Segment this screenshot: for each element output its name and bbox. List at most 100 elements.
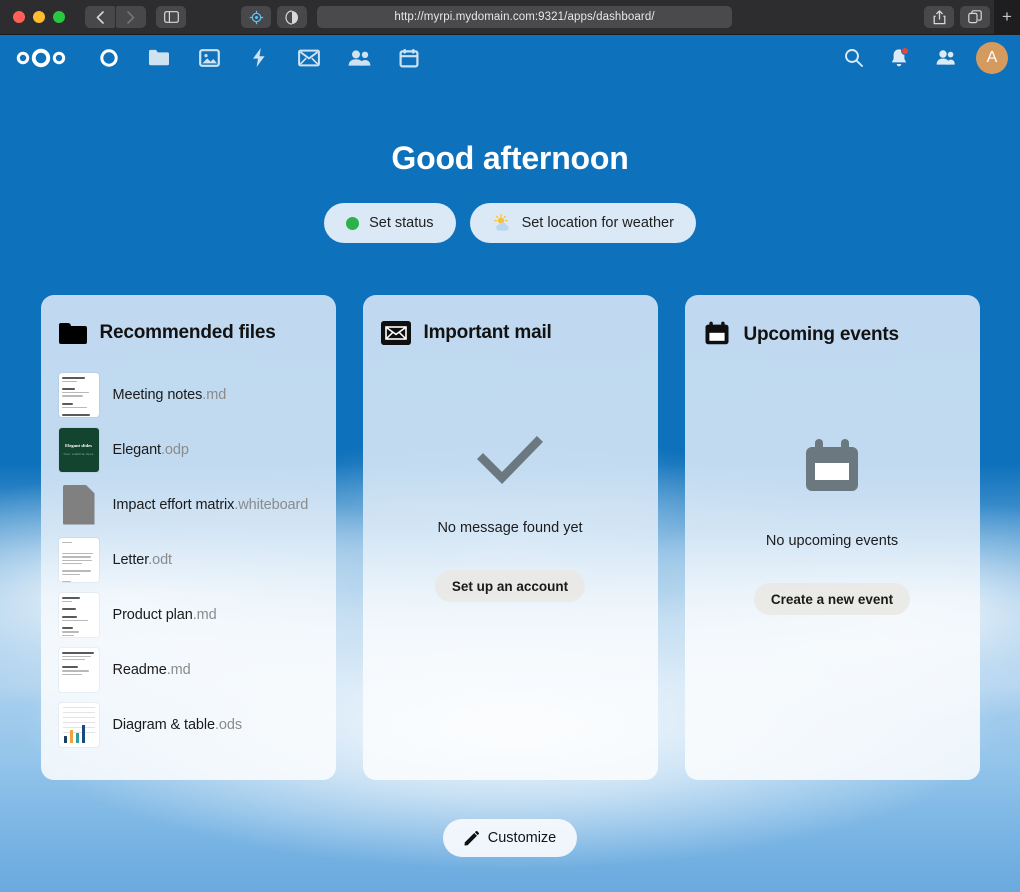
notifications-button[interactable] <box>876 35 922 80</box>
url-text: http://myrpi.mydomain.com:9321/apps/dash… <box>394 11 655 23</box>
notification-badge <box>901 47 909 55</box>
search-button[interactable] <box>830 35 876 80</box>
tab-overview-button[interactable] <box>960 6 990 28</box>
customize-row: Customize <box>0 819 1020 857</box>
app-icon-files[interactable] <box>134 35 184 80</box>
file-extension: .md <box>166 661 191 678</box>
list-item[interactable]: Elegant slides Your subtitle here Elegan… <box>58 422 318 477</box>
avatar-initial: A <box>986 48 998 66</box>
new-tab-label: + <box>1002 7 1012 26</box>
set-weather-location-button[interactable]: Set location for weather <box>469 203 696 243</box>
file-extension: .odt <box>148 551 172 568</box>
navigation-buttons <box>85 6 146 28</box>
list-item[interactable]: Product plan.md <box>58 587 318 642</box>
app-icon-list <box>84 35 434 80</box>
setup-account-label: Set up an account <box>451 578 569 594</box>
file-label: Diagram & table.ods <box>112 716 243 733</box>
bar-chart-thumbnail <box>63 723 85 743</box>
file-label: Meeting notes.md <box>113 387 227 403</box>
file-thumbnail-product-plan <box>58 592 99 637</box>
minimize-window-button[interactable] <box>33 11 45 23</box>
nav-right-actions: A <box>830 35 1008 80</box>
file-extension: .whiteboard <box>234 496 309 513</box>
create-event-label: Create a new event <box>770 591 894 607</box>
file-basename: Diagram & table <box>112 716 216 733</box>
mail-icon-glyph <box>380 321 411 345</box>
user-avatar[interactable]: A <box>976 41 1008 74</box>
share-icon <box>933 9 945 24</box>
calendar-icon <box>399 48 419 68</box>
weather-sun-cloud-icon <box>493 214 509 231</box>
close-window-button[interactable] <box>13 11 25 23</box>
dashboard-circle-icon <box>100 48 118 67</box>
customize-label: Customize <box>487 830 557 846</box>
document-shape-icon <box>62 484 95 525</box>
file-basename: Impact effort matrix <box>112 496 235 513</box>
calendar-empty-icon-wrap <box>801 438 863 503</box>
reader-contrast-button[interactable] <box>277 6 307 28</box>
browser-toolbar: http://myrpi.mydomain.com:9321/apps/dash… <box>0 0 1020 35</box>
privacy-report-button[interactable] <box>241 6 271 28</box>
app-icon-dashboard[interactable] <box>84 35 134 80</box>
checkmark-icon-wrap <box>476 435 544 490</box>
nextcloud-logo[interactable] <box>12 47 70 69</box>
set-status-button[interactable]: Set status <box>324 203 456 243</box>
copy-tabs-icon <box>968 10 982 24</box>
list-item[interactable]: Meeting notes.md <box>58 367 318 422</box>
file-basename: Readme <box>112 661 167 678</box>
maximize-window-button[interactable] <box>53 11 65 23</box>
app-icon-calendar[interactable] <box>384 35 434 80</box>
sidebar-toggle-button[interactable] <box>156 6 186 28</box>
new-tab-button[interactable]: + <box>994 0 1020 35</box>
widget-recommended-files: Recommended files Meeting notes.md Elega… <box>40 295 336 780</box>
list-item[interactable]: Letter.odt <box>58 532 318 587</box>
setup-account-button[interactable]: Set up an account <box>434 570 586 602</box>
file-basename: Product plan <box>112 606 193 623</box>
status-dot-icon <box>346 216 360 230</box>
app-icon-activity[interactable] <box>234 35 284 80</box>
list-item[interactable]: Impact effort matrix.whiteboard <box>59 477 318 532</box>
file-thumbnail-letter-odt <box>58 537 99 582</box>
contacts-people-icon <box>348 49 370 66</box>
mail-icon <box>380 321 411 345</box>
widget-title: Upcoming events <box>743 323 900 345</box>
folder-icon <box>149 49 169 66</box>
forward-button[interactable] <box>116 6 146 28</box>
file-extension: .md <box>192 606 217 623</box>
share-button[interactable] <box>924 6 954 28</box>
app-icon-contacts[interactable] <box>334 35 384 80</box>
pencil-icon <box>464 830 479 845</box>
file-thumbnail-whiteboard <box>59 483 99 527</box>
app-icon-mail[interactable] <box>284 35 334 80</box>
address-bar[interactable]: http://myrpi.mydomain.com:9321/apps/dash… <box>317 6 732 28</box>
contrast-icon <box>285 9 298 25</box>
app-icon-photos[interactable] <box>184 35 234 80</box>
slide-subtitle: Your subtitle here <box>63 452 94 456</box>
widget-upcoming-events: Upcoming events No upcoming events Creat… <box>684 295 980 780</box>
file-basename: Elegant <box>112 441 162 458</box>
search-icon <box>844 49 863 67</box>
contacts-menu-button[interactable] <box>922 35 968 80</box>
dashboard-widgets: Recommended files Meeting notes.md Elega… <box>0 295 1020 780</box>
create-event-button[interactable]: Create a new event <box>753 583 911 615</box>
list-item[interactable]: Diagram & table.ods <box>58 697 318 752</box>
customize-button[interactable]: Customize <box>442 819 578 857</box>
set-status-label: Set status <box>369 215 434 231</box>
file-thumbnail-diagram-table <box>58 702 99 747</box>
file-thumbnail-readme <box>58 647 99 692</box>
back-button[interactable] <box>85 6 115 28</box>
widget-title: Important mail <box>423 322 552 343</box>
widget-header: Recommended files <box>58 321 318 345</box>
file-label: Letter.odt <box>113 551 173 568</box>
file-label: Impact effort matrix.whiteboard <box>113 497 309 513</box>
chevron-right-icon <box>127 10 135 24</box>
file-thumbnail-meeting-notes <box>58 372 99 417</box>
mail-empty-state: No message found yet Set up an account <box>381 367 640 602</box>
mail-empty-text: No message found yet <box>437 520 583 536</box>
widget-title: Recommended files <box>99 322 276 343</box>
events-empty-state: No upcoming events Create a new event <box>703 370 962 615</box>
set-weather-label: Set location for weather <box>521 215 674 231</box>
file-extension: .odp <box>160 441 189 458</box>
check-icon <box>476 435 544 485</box>
list-item[interactable]: Readme.md <box>58 642 318 697</box>
